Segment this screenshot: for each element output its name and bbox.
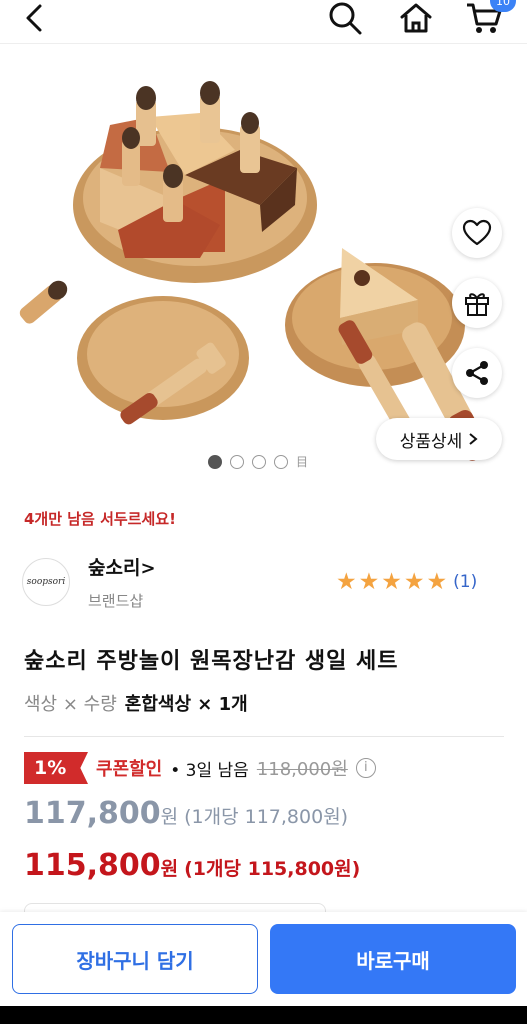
price-per-unit: (1개당 117,800원) (184, 806, 349, 828)
buy-now-button[interactable]: 바로구매 (270, 924, 516, 994)
home-icon[interactable] (396, 0, 436, 36)
brand-name: 숲소리 (88, 557, 141, 579)
share-icon (466, 361, 488, 385)
final-price-per-unit: (1개당 115,800원) (184, 858, 361, 880)
brand-name-link[interactable]: 숲소리> (88, 553, 156, 580)
final-price-amount: 115,800 (24, 848, 161, 883)
wishlist-button[interactable] (452, 208, 502, 258)
coupon-row: 1% 쿠폰할인 • 3일 남음 118,000원 i (24, 752, 376, 784)
gallery-pagination: 目 (208, 455, 308, 469)
more-pages-icon[interactable]: 目 (296, 455, 308, 469)
star-icon: ★ (358, 569, 380, 595)
brand-logo[interactable]: soopsori (22, 558, 70, 606)
bottom-action-bar: 장바구니 담기 바로구매 (0, 912, 527, 1006)
page-dot-2[interactable] (230, 455, 244, 469)
rating[interactable]: ★ ★ ★ ★ ★ (1) (336, 570, 477, 594)
price-unit: 원 (160, 806, 179, 828)
stock-notice: 4개만 남음 서두르세요! (24, 510, 176, 528)
final-price-row: 115,800원 (1개당 115,800원) (24, 848, 360, 883)
top-navigation-bar: 10 (0, 0, 527, 44)
star-icon: ★ (381, 569, 402, 595)
product-detail-button[interactable]: 상품상세 (376, 418, 502, 460)
divider (24, 736, 504, 737)
back-arrow-icon[interactable] (20, 2, 50, 34)
page-dot-4[interactable] (274, 455, 288, 469)
info-icon[interactable]: i (355, 758, 376, 778)
product-option: 색상 × 수량 혼합색상 × 1개 (24, 690, 248, 716)
rating-count: (1) (453, 572, 478, 592)
chevron-right-icon: > (140, 558, 156, 579)
gift-icon (465, 293, 489, 316)
product-image-gallery[interactable]: 상품상세 目 (0, 45, 527, 490)
add-to-cart-button[interactable]: 장바구니 담기 (12, 924, 258, 994)
product-detail-label: 상품상세 (399, 431, 463, 452)
chevron-right-icon (469, 433, 478, 445)
price-amount: 117,800 (24, 796, 161, 831)
page-dot-1[interactable] (208, 455, 222, 469)
product-title: 숲소리 주방놀이 원목장난감 생일 세트 (24, 649, 399, 674)
price-row: 117,800원 (1개당 117,800원) (24, 796, 348, 831)
star-icon: ★ (403, 569, 425, 595)
days-left: • 3일 남음 (170, 760, 249, 781)
star-icon: ★ (336, 569, 357, 595)
share-button[interactable] (452, 348, 502, 398)
search-icon[interactable] (326, 0, 364, 36)
system-nav-bar (0, 1006, 527, 1024)
gift-button[interactable] (452, 278, 502, 328)
discount-badge: 1% (24, 752, 88, 784)
star-icon: ★ (426, 569, 448, 595)
final-price-unit: 원 (160, 858, 179, 880)
brand-subtitle: 브랜드샵 (88, 592, 144, 610)
option-value: 혼합색상 × 1개 (124, 694, 248, 715)
option-label: 색상 × 수량 (24, 694, 117, 715)
heart-icon (462, 219, 492, 246)
coupon-label: 쿠폰할인 (96, 759, 163, 780)
original-price: 118,000원 (256, 759, 348, 780)
page-dot-3[interactable] (252, 455, 266, 469)
